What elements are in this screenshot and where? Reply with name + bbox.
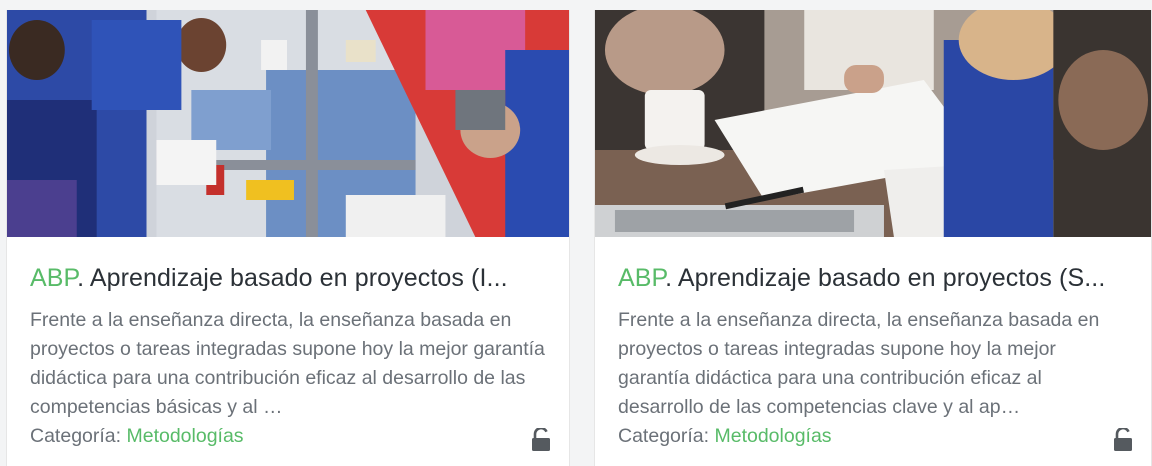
card-tag[interactable]: ABP: [30, 264, 77, 292]
card-title-text[interactable]: . Aprendizaje basado en proyectos (I...: [77, 264, 508, 292]
category-label: Categoría:: [30, 425, 127, 447]
unlocked-padlock-icon: [1114, 428, 1132, 451]
card-category: Categoría: Metodologías: [30, 423, 244, 449]
category-link[interactable]: Metodologías: [714, 425, 831, 447]
card-thumbnail-robotics[interactable]: [7, 10, 569, 237]
card-thumbnail-meeting[interactable]: [595, 10, 1151, 237]
card-title-text[interactable]: . Aprendizaje basado en proyectos (S...: [665, 264, 1105, 292]
card-excerpt: Frente a la enseñanza directa, la enseña…: [30, 309, 545, 418]
robotics-classroom-image: [7, 10, 569, 237]
card-title[interactable]: ABP. Aprendizaje basado en proyectos (I.…: [30, 262, 537, 294]
card-title[interactable]: ABP. Aprendizaje basado en proyectos (S.…: [618, 262, 1119, 294]
meeting-table-image: [595, 10, 1151, 237]
category-link[interactable]: Metodologías: [126, 425, 243, 447]
card-category: Categoría: Metodologías: [618, 423, 832, 449]
card-tag[interactable]: ABP: [618, 264, 665, 292]
unlocked-padlock-icon: [532, 428, 550, 451]
course-card[interactable]: ABP. Aprendizaje basado en proyectos (I.…: [6, 10, 570, 466]
course-card[interactable]: ABP. Aprendizaje basado en proyectos (S.…: [594, 10, 1152, 466]
card-excerpt: Frente a la enseñanza directa, la enseña…: [618, 309, 1100, 418]
category-label: Categoría:: [618, 425, 715, 447]
